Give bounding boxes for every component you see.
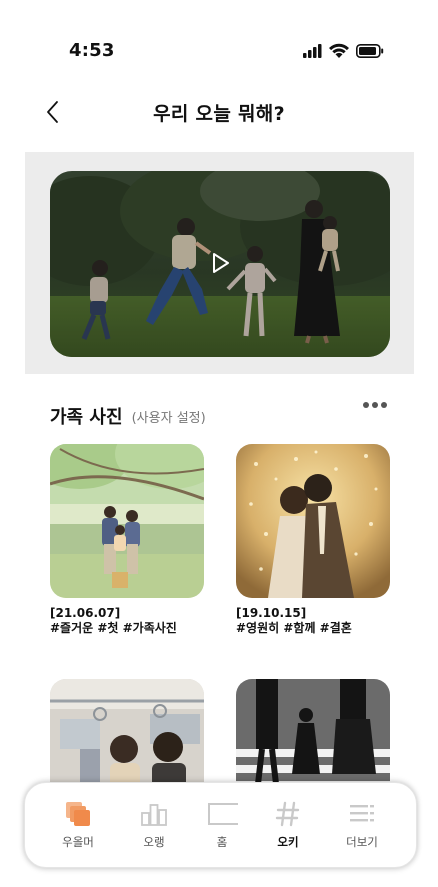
- status-icons: [300, 42, 390, 62]
- tab-oraeng[interactable]: 오랭: [119, 783, 189, 867]
- wedding-photo-thumbnail: [236, 444, 390, 598]
- tab-label: 오키: [277, 835, 299, 849]
- bottom-tab-bar: 우올머 오랭 홈 오키 더보기: [24, 782, 417, 868]
- status-time: 4:53: [69, 40, 115, 61]
- tab-uolmeo[interactable]: 우올머: [43, 783, 113, 867]
- featured-video-thumbnail[interactable]: [50, 171, 390, 357]
- tab-label: 오랭: [143, 835, 165, 849]
- photo-card[interactable]: [19.10.15] #영원히 #함께 #결혼: [236, 444, 390, 636]
- wifi-icon: [329, 43, 349, 58]
- tab-label: 홈: [216, 835, 228, 849]
- home-screen-icon: [208, 803, 238, 825]
- featured-video-section: [25, 152, 414, 374]
- section-subtitle: (사용자 설정): [131, 410, 206, 426]
- page-title: 우리 오늘 뭐해?: [153, 103, 285, 125]
- hashtag-icon: [275, 801, 300, 827]
- family-photos-header: 가족 사진 (사용자 설정): [50, 400, 390, 433]
- page-header: 우리 오늘 뭐해?: [0, 92, 438, 132]
- cellular-signal-icon: [303, 44, 322, 58]
- photo-date: [19.10.15]: [236, 606, 307, 620]
- tab-home[interactable]: 홈: [187, 783, 257, 867]
- list-menu-icon: [350, 805, 374, 822]
- status-bar: 4:53: [0, 0, 438, 90]
- photo-tags: #영원히 #함께 #결혼: [236, 621, 352, 635]
- section-title: 가족 사진: [50, 407, 123, 428]
- photo-tags: #즐거운 #첫 #가족사진: [50, 621, 177, 635]
- tab-oki[interactable]: 오키: [253, 783, 323, 867]
- bar-chart-icon: [141, 804, 167, 826]
- tab-label: 더보기: [346, 835, 378, 849]
- more-options-icon[interactable]: [362, 400, 388, 410]
- app-screen: 4:53 우리 오늘 뭐해? 가족 사진 (사용자 설정) [21.06.07]…: [0, 0, 438, 887]
- photo-card[interactable]: [21.06.07] #즐거운 #첫 #가족사진: [50, 444, 204, 636]
- family-photo-thumbnail: [50, 444, 204, 598]
- tab-more[interactable]: 더보기: [327, 783, 397, 867]
- photo-date: [21.06.07]: [50, 606, 121, 620]
- play-icon[interactable]: [211, 252, 231, 274]
- battery-icon: [356, 44, 384, 58]
- photos-stack-icon: [66, 802, 90, 826]
- tab-label: 우올머: [62, 835, 94, 849]
